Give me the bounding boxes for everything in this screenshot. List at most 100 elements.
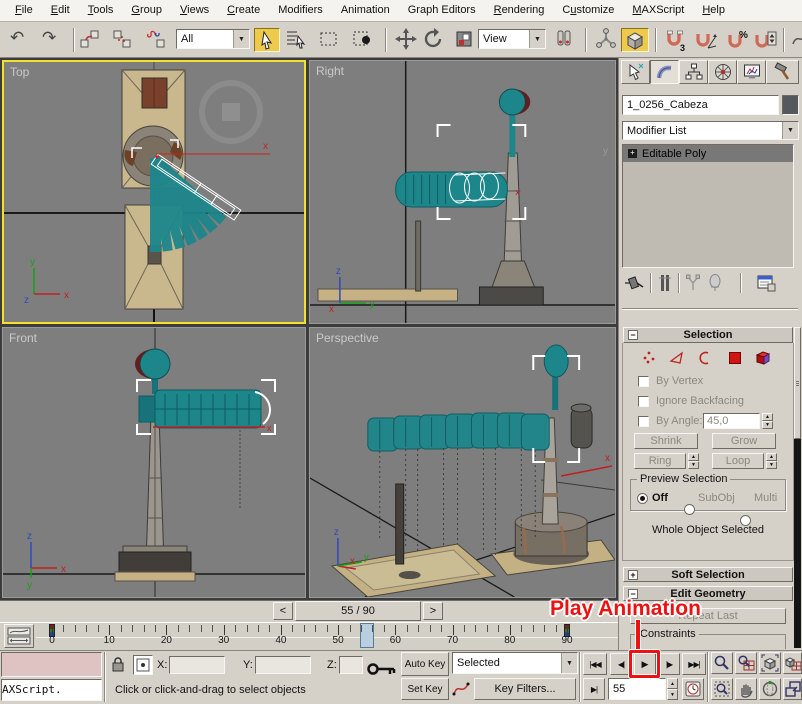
front-viewport-canvas[interactable]: x z x y (3, 328, 305, 597)
chevron-down-icon[interactable]: ▼ (561, 653, 577, 673)
loop-spinner[interactable]: ▲▼ (766, 453, 777, 469)
configure-modifier-sets-icon[interactable] (756, 273, 776, 293)
snaps-toggle-button[interactable] (621, 28, 649, 52)
window-crossing-icon[interactable] (351, 28, 375, 52)
preview-off-radio[interactable] (637, 493, 648, 504)
expand-plus-icon[interactable]: + (628, 149, 637, 158)
arc-rotate-button[interactable] (759, 678, 781, 700)
key-mode-toggle-button[interactable]: ▶| (583, 678, 605, 700)
goto-start-button[interactable]: |◀◀ (583, 653, 607, 675)
tab-display[interactable] (737, 60, 766, 84)
auto-key-button[interactable]: Auto Key (401, 652, 449, 676)
snap-3d-icon[interactable]: 3 (663, 28, 687, 52)
edge-subobject-icon[interactable] (668, 349, 688, 367)
menu-graph-editors[interactable]: Graph Editors (399, 0, 485, 21)
select-and-manipulate-icon[interactable] (595, 28, 619, 52)
by-angle-spinner[interactable]: ▲▼ (762, 413, 773, 429)
tab-motion[interactable] (708, 60, 737, 84)
select-and-move-icon[interactable] (395, 28, 419, 52)
maxscript-listener-pink[interactable] (1, 652, 102, 677)
viewport-perspective[interactable]: x z x y Perspective (309, 327, 616, 598)
menu-animation[interactable]: Animation (332, 0, 399, 21)
zoom-button[interactable] (711, 652, 733, 674)
select-and-rotate-icon[interactable] (423, 28, 447, 52)
show-end-result-icon[interactable] (656, 273, 674, 293)
ignore-backfacing-checkbox[interactable] (638, 396, 649, 407)
menu-group[interactable]: Group (122, 0, 171, 21)
top-viewport-canvas[interactable]: x y x z (4, 62, 304, 322)
selection-filter-dropdown[interactable]: All▼ (176, 29, 250, 49)
by-angle-field[interactable]: 45,0 (703, 413, 760, 429)
selection-lock-icon[interactable] (109, 655, 129, 675)
by-angle-checkbox[interactable] (638, 416, 649, 427)
menu-maxscript[interactable]: MAXScript (623, 0, 693, 21)
select-by-name-icon[interactable] (285, 28, 309, 52)
redo-icon[interactable]: ↷ (42, 28, 66, 52)
loop-button[interactable]: Loop (712, 453, 764, 469)
expand-plus-icon[interactable]: + (628, 570, 638, 580)
timeline-ruler[interactable]: 0102030405060708090 (36, 622, 618, 650)
use-pivot-center-icon[interactable] (553, 28, 577, 52)
percent-snap-icon[interactable]: % (726, 28, 750, 52)
frame-display[interactable]: 55 / 90 (295, 601, 421, 621)
remove-modifier-icon[interactable] (706, 273, 724, 293)
set-key-key-icon[interactable] (366, 656, 398, 682)
element-subobject-icon[interactable] (754, 349, 774, 367)
selection-set-dropdown[interactable]: Selected▼ (452, 652, 578, 674)
polygon-subobject-icon[interactable] (726, 349, 746, 367)
menu-file[interactable]: File (6, 0, 42, 21)
stack-item-editable-poly[interactable]: + Editable Poly (623, 145, 793, 162)
pan-hand-button[interactable] (735, 678, 757, 700)
menu-modifiers[interactable]: Modifiers (269, 0, 332, 21)
viewport-right[interactable]: x y z y x Right (309, 60, 616, 324)
preview-subobj-radio[interactable] (684, 504, 695, 515)
coord-system-dropdown[interactable]: View▼ (478, 29, 546, 49)
select-object-button[interactable] (254, 28, 280, 52)
ring-button[interactable]: Ring (634, 453, 686, 469)
toolbar-partial-icon[interactable] (789, 28, 802, 52)
pin-stack-icon[interactable] (624, 273, 646, 293)
modifier-stack[interactable]: + Editable Poly (622, 144, 794, 268)
selection-rollout-header[interactable]: −Selection (623, 327, 793, 343)
by-vertex-checkbox[interactable] (638, 376, 649, 387)
zoom-extents-button[interactable] (759, 652, 781, 674)
chevron-down-icon[interactable]: ▼ (233, 30, 249, 48)
viewport-front[interactable]: x z x y Front (2, 327, 306, 598)
selection-region-icon[interactable] (318, 28, 342, 52)
right-viewport-canvas[interactable]: x y z y x (310, 61, 615, 323)
object-name-field[interactable]: 1_0256_Cabeza (622, 95, 779, 115)
y-coord-field[interactable] (255, 656, 311, 674)
min-max-toggle-button[interactable] (783, 678, 802, 700)
time-configuration-button[interactable] (682, 678, 704, 700)
border-subobject-icon[interactable] (696, 349, 716, 367)
tab-create[interactable] (621, 60, 650, 84)
tab-hierarchy[interactable] (679, 60, 708, 84)
mini-curve-editor-button[interactable] (4, 624, 34, 648)
bind-to-spacewarp-icon[interactable] (144, 28, 168, 52)
unlink-selection-icon[interactable] (111, 28, 135, 52)
spinner-snap-icon[interactable] (753, 28, 777, 52)
angle-snap-icon[interactable] (694, 28, 718, 52)
menu-rendering[interactable]: Rendering (485, 0, 554, 21)
previous-frame-slider-button[interactable]: < (273, 602, 293, 620)
key-filters-button[interactable]: Key Filters... (474, 678, 576, 700)
current-frame-field[interactable]: 55 (608, 678, 666, 700)
zoom-extents-all-button[interactable] (783, 652, 802, 674)
select-and-link-icon[interactable] (79, 28, 103, 52)
next-frame-slider-button[interactable]: > (423, 602, 443, 620)
menu-tools[interactable]: Tools (79, 0, 123, 21)
tab-modify[interactable] (650, 60, 679, 84)
default-tangents-icon[interactable] (452, 678, 470, 700)
panel-scrollbar-thumb[interactable] (794, 327, 801, 439)
menu-edit[interactable]: Edit (42, 0, 79, 21)
ring-spinner[interactable]: ▲▼ (688, 453, 699, 469)
next-frame-button[interactable]: |▶ (658, 653, 680, 675)
zoom-all-button[interactable] (735, 652, 757, 674)
shrink-button[interactable]: Shrink (634, 433, 698, 449)
current-frame-spinner[interactable]: ▲▼ (667, 678, 678, 700)
x-coord-field[interactable] (169, 656, 225, 674)
collapse-minus-icon[interactable]: − (628, 330, 638, 340)
maxscript-listener-input[interactable]: AXScript. (1, 679, 102, 701)
set-key-button[interactable]: Set Key (401, 678, 449, 700)
absolute-offset-toggle-icon[interactable] (133, 655, 153, 675)
